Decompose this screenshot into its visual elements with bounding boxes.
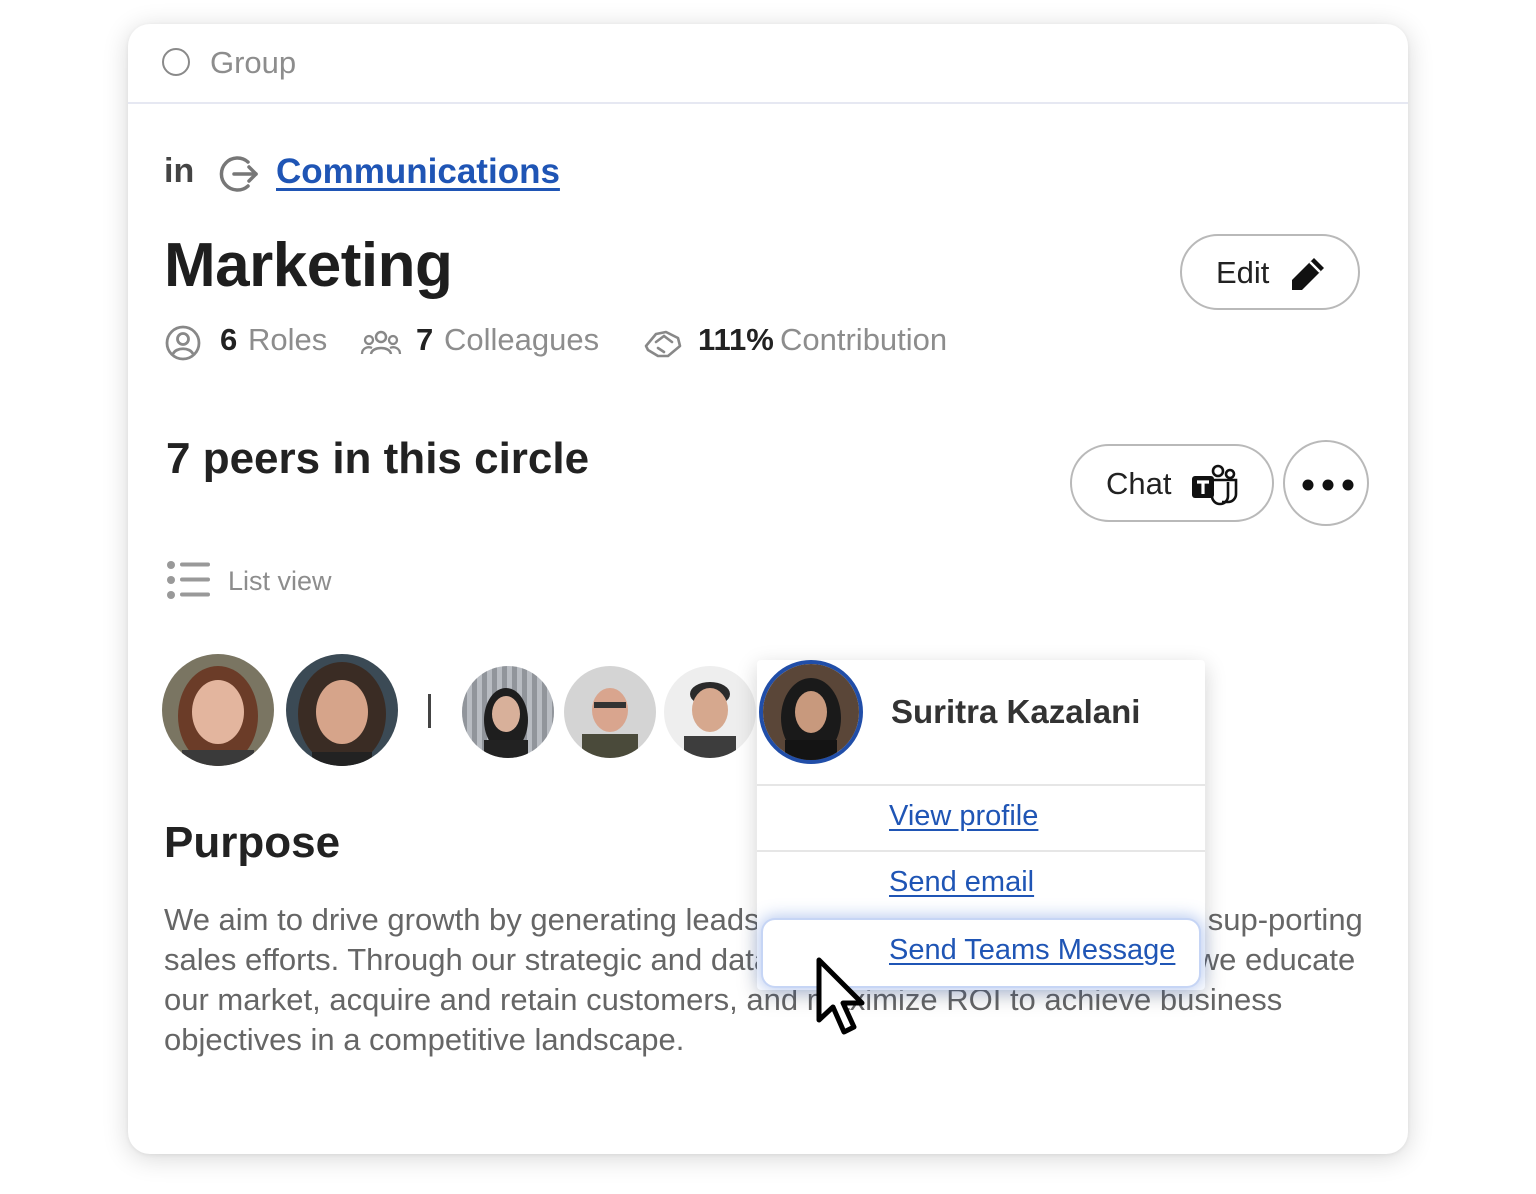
edit-button[interactable]: Edit — [1180, 234, 1360, 310]
edit-button-label: Edit — [1216, 255, 1270, 290]
exit-arrow-icon — [219, 156, 258, 192]
avatar[interactable] — [462, 666, 554, 758]
popover-avatar[interactable] — [759, 660, 863, 764]
teams-icon — [1192, 464, 1238, 506]
send-email-link[interactable]: Send email — [889, 866, 1034, 899]
peers-title: 7 peers in this circle — [166, 434, 590, 483]
roles-label: Roles — [248, 322, 328, 357]
people-icon — [360, 330, 402, 355]
chat-button[interactable]: Chat — [1070, 444, 1274, 522]
list-icon — [167, 561, 210, 599]
handshake-icon — [644, 330, 682, 358]
purpose-title: Purpose — [164, 818, 341, 867]
colleagues-label: Colleagues — [444, 322, 600, 357]
avatar[interactable] — [564, 666, 656, 758]
list-view-toggle[interactable]: List view — [166, 558, 406, 602]
avatar[interactable] — [162, 654, 274, 766]
chat-button-label: Chat — [1106, 466, 1172, 501]
avatar[interactable] — [286, 654, 398, 766]
person-popover: Suritra Kazalani View profile Send email… — [757, 660, 1205, 990]
pencil-icon — [1292, 258, 1324, 290]
radio-circle-icon[interactable] — [162, 48, 190, 76]
more-dots-icon — [1302, 479, 1354, 491]
send-teams-message-link[interactable]: Send Teams Message — [889, 934, 1175, 967]
page-title: Marketing — [164, 231, 453, 300]
view-profile-link[interactable]: View profile — [889, 800, 1038, 833]
contribution-value: 111% — [698, 322, 774, 357]
popover-person-name: Suritra Kazalani — [891, 693, 1141, 730]
roles-count: 6 — [220, 322, 238, 357]
list-view-label: List view — [228, 566, 332, 596]
avatar[interactable] — [664, 666, 756, 758]
breadcrumb-prefix: in — [164, 152, 195, 190]
more-options-button[interactable] — [1283, 440, 1369, 526]
avatar-separator — [428, 694, 431, 728]
stats-row: 6 Roles 7 Colleagues 111% Contribution — [164, 322, 1064, 362]
colleagues-count: 7 — [416, 322, 434, 357]
person-circle-icon — [165, 325, 201, 361]
popover-divider — [757, 784, 1205, 786]
group-type-label: Group — [210, 45, 297, 80]
mouse-pointer-icon — [816, 957, 865, 1035]
popover-divider — [757, 850, 1205, 852]
breadcrumb-parent-link[interactable]: Communications — [276, 152, 560, 192]
contribution-label: Contribution — [780, 322, 948, 357]
card-header: Group — [128, 24, 1408, 104]
